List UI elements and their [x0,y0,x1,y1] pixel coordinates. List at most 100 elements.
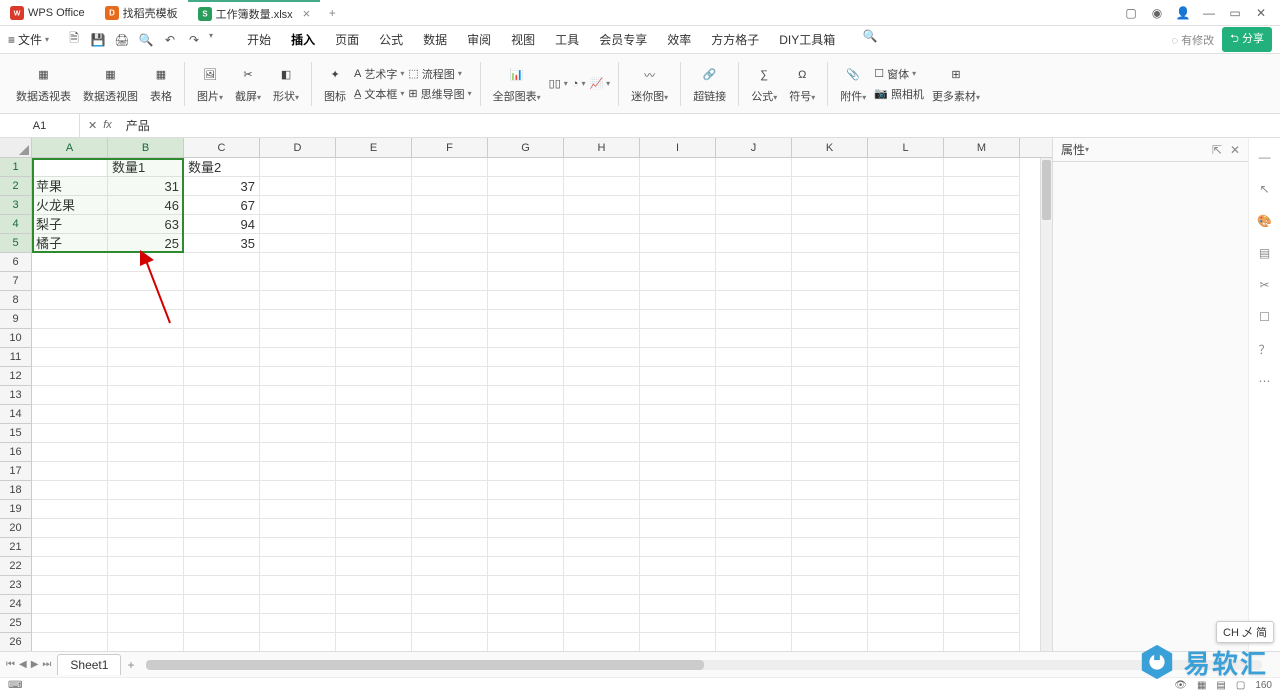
cell[interactable] [184,538,260,557]
cell[interactable] [260,177,336,196]
column-header[interactable]: G [488,138,564,157]
cell[interactable] [640,386,716,405]
cell[interactable] [640,443,716,462]
row-header[interactable]: 24 [0,595,32,614]
cell[interactable] [944,633,1020,651]
cell[interactable] [260,215,336,234]
cell[interactable] [792,253,868,272]
cell[interactable] [944,215,1020,234]
cell[interactable] [944,481,1020,500]
cell[interactable] [108,481,184,500]
tab-start[interactable]: 开始 [245,27,273,52]
cell[interactable] [868,481,944,500]
formula-input[interactable]: 产品 [120,117,1280,134]
row-header[interactable]: 8 [0,291,32,310]
cell[interactable] [792,348,868,367]
row-header[interactable]: 13 [0,386,32,405]
cell[interactable] [336,253,412,272]
cell[interactable] [488,329,564,348]
cell[interactable] [716,348,792,367]
row-header[interactable]: 3 [0,196,32,215]
cell[interactable] [792,158,868,177]
cell[interactable] [792,215,868,234]
cell[interactable] [488,310,564,329]
cell[interactable] [564,234,640,253]
cell[interactable] [868,633,944,651]
cell[interactable] [184,500,260,519]
row-header[interactable]: 17 [0,462,32,481]
cell[interactable] [184,272,260,291]
cell[interactable]: 数量2 [184,158,260,177]
cell[interactable] [412,386,488,405]
cell[interactable] [32,310,108,329]
cell[interactable] [716,443,792,462]
cell[interactable] [868,462,944,481]
cell[interactable] [640,405,716,424]
cell[interactable] [336,519,412,538]
cell[interactable] [412,443,488,462]
cell[interactable] [108,519,184,538]
row-header[interactable]: 9 [0,310,32,329]
cell[interactable] [564,595,640,614]
cell[interactable] [564,329,640,348]
cell[interactable] [716,519,792,538]
cell[interactable] [944,177,1020,196]
cell[interactable] [640,253,716,272]
cell[interactable] [32,424,108,443]
cell[interactable] [792,633,868,651]
cell[interactable] [336,310,412,329]
cell[interactable] [716,291,792,310]
cell[interactable] [260,443,336,462]
cell[interactable] [640,291,716,310]
column-header[interactable]: H [564,138,640,157]
rail-clip-icon[interactable]: ✂ [1256,276,1274,294]
workbook-tab[interactable]: S 工作簿数量.xlsx × [188,0,321,25]
cell[interactable] [32,538,108,557]
cell[interactable] [32,557,108,576]
cell[interactable] [108,310,184,329]
cell[interactable] [488,405,564,424]
cell[interactable] [868,424,944,443]
screenshot-button[interactable]: ✂截屏▾ [231,64,265,104]
cell[interactable] [336,386,412,405]
cell[interactable] [716,424,792,443]
cell[interactable] [184,576,260,595]
form-control-button[interactable]: ☐ 窗体▾ [874,66,924,82]
tab-review[interactable]: 审阅 [465,27,493,52]
cell[interactable] [412,500,488,519]
cell[interactable] [412,272,488,291]
cell[interactable] [260,234,336,253]
scrollbar-thumb[interactable] [1042,160,1051,220]
cell[interactable] [488,481,564,500]
redo-icon[interactable]: ↷ [185,31,203,49]
cell[interactable]: 31 [108,177,184,196]
row-header[interactable]: 26 [0,633,32,651]
rail-help-icon[interactable]: ？ [1256,340,1274,358]
file-menu[interactable]: ≡ 文件 ▾ [8,31,49,48]
cell[interactable] [184,443,260,462]
icon-button[interactable]: ✦图标 [320,64,350,104]
cell[interactable] [640,424,716,443]
cell[interactable] [716,310,792,329]
cell[interactable] [336,158,412,177]
cell[interactable] [184,614,260,633]
cell[interactable] [640,329,716,348]
cell[interactable] [184,633,260,651]
cell[interactable] [108,424,184,443]
cell[interactable] [716,367,792,386]
cell[interactable] [336,538,412,557]
cell[interactable] [488,367,564,386]
cell[interactable] [868,405,944,424]
cell[interactable] [412,557,488,576]
cell[interactable]: 25 [108,234,184,253]
cell[interactable] [260,291,336,310]
cell[interactable] [108,462,184,481]
line-chart-button[interactable]: 📈▾ [589,77,610,90]
share-button[interactable]: ⮌ 分享 [1222,27,1272,52]
cell[interactable] [412,595,488,614]
cell[interactable] [716,253,792,272]
cell[interactable] [792,196,868,215]
cell[interactable] [716,215,792,234]
vertical-scrollbar[interactable] [1040,158,1052,651]
maximize-button[interactable]: ▭ [1224,4,1246,22]
